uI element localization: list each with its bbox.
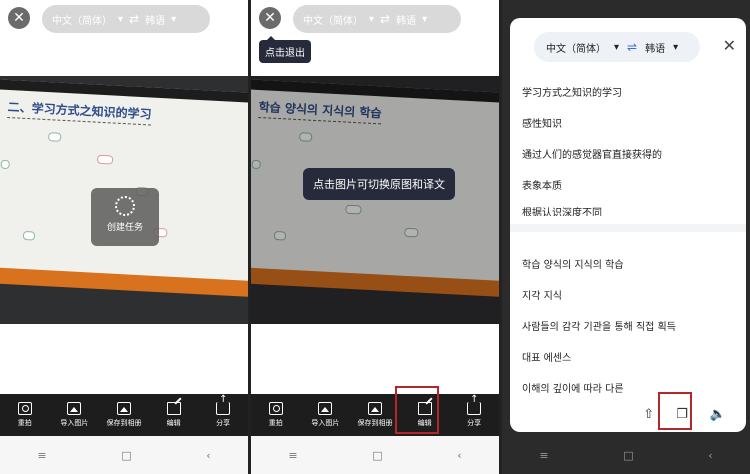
- share-icon[interactable]: ⇧: [643, 407, 654, 422]
- screen-loading: ✕ 中文（简体） ▾ ⇄ 韩语 ▾ 二、学习方式之知识的学习 创建任务 重拍 导入图…: [0, 0, 248, 474]
- language-selector[interactable]: 中文（简体） ▾ ⇌ 韩语 ▾: [534, 32, 700, 62]
- toggle-hint-toast: 点击图片可切换原图和译文: [303, 168, 455, 200]
- spinner-icon: [115, 196, 135, 216]
- system-navbar: ≡ □ ‹: [251, 436, 499, 474]
- share-icon: [467, 394, 482, 415]
- image-save-icon: [116, 402, 131, 415]
- speaker-icon[interactable]: 🔈: [710, 407, 726, 422]
- source-language[interactable]: 中文（简体）: [546, 40, 606, 55]
- home-nav-button[interactable]: □: [372, 449, 382, 462]
- swap-icon[interactable]: ⇌: [627, 40, 637, 54]
- camera-icon: [268, 402, 283, 415]
- system-navbar: ≡ □ ‹: [502, 436, 750, 474]
- menu-nav-button[interactable]: ≡: [288, 449, 297, 462]
- screen-text-result: 中文（简体） ▾ ⇌ 韩语 ▾ ✕ 学习方式之知识的学习 感性知识 通过人们的感觉器…: [502, 0, 750, 474]
- home-nav-button[interactable]: □: [121, 449, 131, 462]
- import-image-button[interactable]: 导入图片: [52, 402, 97, 428]
- bottom-toolbar: 重拍 导入图片 保存到相册 编辑 分享: [251, 394, 499, 436]
- share-button[interactable]: 分享: [201, 394, 246, 428]
- import-image-button[interactable]: 导入图片: [303, 402, 348, 428]
- language-selector[interactable]: 中文（简体） ▾ ⇄ 韩语 ▾: [293, 5, 461, 33]
- system-navbar: ≡ □ ‹: [0, 436, 248, 474]
- translated-line: 학습 양식의 지식의 학습: [522, 260, 624, 271]
- translated-line: 대표 에센스: [522, 353, 572, 364]
- photo-preview[interactable]: 학습 양식의 지식의 학습: [251, 76, 499, 324]
- back-nav-button[interactable]: ‹: [708, 449, 712, 462]
- image-add-icon: [318, 402, 333, 415]
- translated-line: 지각 지식: [522, 291, 562, 302]
- share-button[interactable]: 分享: [452, 394, 497, 428]
- screen-translated: ✕ 中文（简体） ▾ ⇄ 韩语 ▾ 点击退出 학습 양식의 지식의 학습 点击图片可…: [251, 0, 499, 474]
- source-line: 学习方式之知识的学习: [522, 88, 622, 99]
- save-to-album-button[interactable]: 保存到相册: [352, 402, 397, 428]
- slide-title: 二、学习方式之知识的学习: [7, 97, 153, 126]
- menu-nav-button[interactable]: ≡: [539, 449, 548, 462]
- edit-button[interactable]: 编辑: [151, 402, 196, 428]
- back-nav-button[interactable]: ‹: [457, 449, 461, 462]
- source-line: 根据认识深度不同: [522, 208, 602, 216]
- close-icon[interactable]: ✕: [723, 36, 736, 55]
- exit-tooltip: 点击退出: [259, 36, 311, 63]
- translated-text-list: 학습 양식의 지식의 학습 지각 지식 사람들의 감각 기관을 통해 직접 획득…: [522, 250, 734, 405]
- retake-button[interactable]: 重拍: [253, 402, 298, 428]
- language-selector[interactable]: 中文（简体） ▾ ⇄ 韩语 ▾: [42, 5, 210, 33]
- source-line: 通过人们的感觉器官直接获得的: [522, 150, 662, 161]
- home-nav-button[interactable]: □: [623, 449, 633, 462]
- copy-button-highlight: [658, 392, 692, 430]
- camera-icon: [17, 402, 32, 415]
- translation-card: 中文（简体） ▾ ⇌ 韩语 ▾ ✕ 学习方式之知识的学习 感性知识 通过人们的感觉器…: [510, 18, 746, 432]
- image-add-icon: [67, 402, 82, 415]
- section-divider: [510, 224, 746, 232]
- target-language[interactable]: 韩语: [145, 12, 165, 27]
- back-nav-button[interactable]: ‹: [206, 449, 210, 462]
- swap-icon[interactable]: ⇄: [129, 12, 139, 26]
- source-line: 表象本质: [522, 181, 562, 192]
- source-line: 感性知识: [522, 119, 562, 130]
- image-save-icon: [367, 402, 382, 415]
- edit-icon: [166, 402, 181, 415]
- edit-button-highlight: [395, 386, 439, 434]
- source-text-list: 学习方式之知识的学习 感性知识 通过人们的感觉器官直接获得的 表象本质 根据认识…: [522, 78, 734, 216]
- loading-indicator: 创建任务: [91, 188, 159, 246]
- source-language[interactable]: 中文（简体）: [303, 12, 363, 27]
- source-language[interactable]: 中文（简体）: [52, 12, 112, 27]
- close-icon[interactable]: ✕: [8, 7, 30, 29]
- target-language[interactable]: 韩语: [396, 12, 416, 27]
- close-icon[interactable]: ✕: [259, 7, 281, 29]
- slide-image: 二、学习方式之知识的学习: [0, 79, 248, 297]
- result-actions: ⇧ ❐ 🔈: [510, 396, 746, 432]
- retake-button[interactable]: 重拍: [2, 402, 47, 428]
- bottom-toolbar: 重拍 导入图片 保存到相册 编辑 分享: [0, 394, 248, 436]
- share-icon: [216, 394, 231, 415]
- loading-text: 创建任务: [106, 223, 143, 233]
- translated-line: 사람들의 감각 기관을 통해 직접 획득: [522, 322, 676, 333]
- save-to-album-button[interactable]: 保存到相册: [101, 402, 146, 428]
- target-language[interactable]: 韩语: [645, 40, 665, 55]
- swap-icon[interactable]: ⇄: [380, 12, 390, 26]
- menu-nav-button[interactable]: ≡: [37, 449, 46, 462]
